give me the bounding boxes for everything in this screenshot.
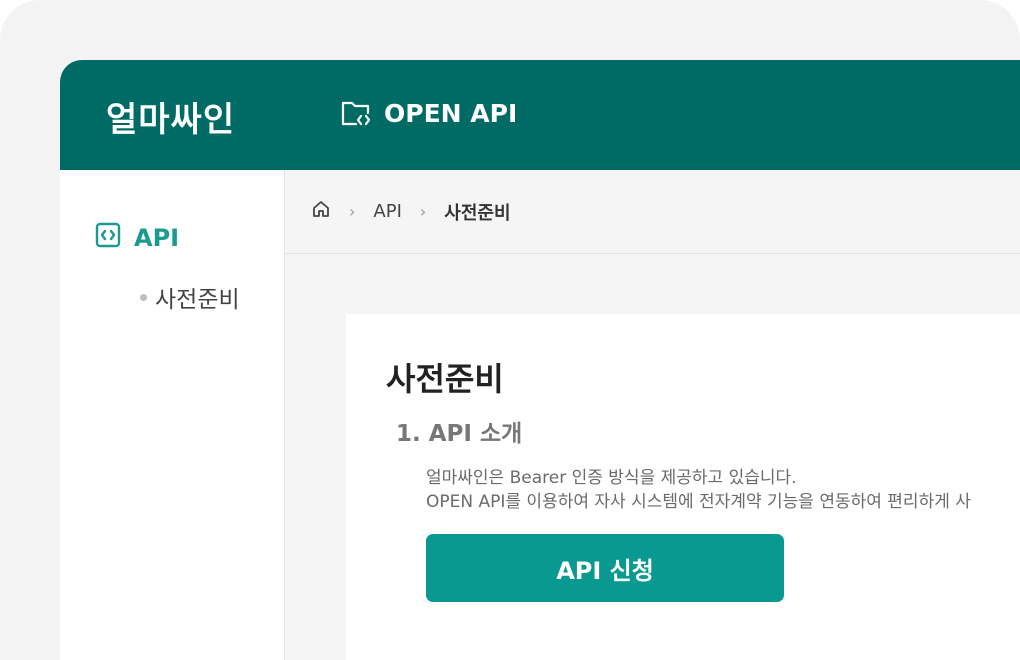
breadcrumb-item-api[interactable]: API <box>373 201 401 222</box>
page-title: 사전준비 <box>386 360 504 398</box>
brand-logo[interactable]: 얼마싸인 <box>106 92 235 141</box>
code-icon <box>94 221 122 255</box>
open-api-nav[interactable]: OPEN API <box>340 98 517 128</box>
sidebar: API 사전준비 <box>60 170 285 660</box>
open-api-label: OPEN API <box>384 98 518 128</box>
sidebar-item-prep[interactable]: 사전준비 <box>140 280 240 314</box>
description-line: OPEN API를 이용하여 자사 시스템에 전자계약 기능을 연동하여 편리하… <box>426 492 971 512</box>
sidebar-item-prep-label: 사전준비 <box>155 287 240 313</box>
breadcrumb-item-current: 사전준비 <box>444 202 511 224</box>
app-window: 얼마싸인 OPEN API API 사전준비 › API › 사전준비 사전준비… <box>60 60 1020 660</box>
top-header: 얼마싸인 OPEN API <box>60 60 1020 170</box>
api-apply-button[interactable]: API 신청 <box>426 534 784 602</box>
chevron-right-icon: › <box>349 202 356 221</box>
content-card: 사전준비 1. API 소개 얼마싸인은 Bearer 인증 방식을 제공하고 … <box>346 314 1020 660</box>
folder-code-icon <box>340 98 372 128</box>
content-area: › API › 사전준비 사전준비 1. API 소개 얼마싸인은 Bearer… <box>285 170 1020 660</box>
bullet-dot <box>140 293 147 301</box>
section-title: 1. API 소개 <box>396 421 523 447</box>
sidebar-item-api-label: API <box>134 224 180 252</box>
sidebar-item-api[interactable]: API <box>94 221 179 255</box>
description: 얼마싸인은 Bearer 인증 방식을 제공하고 있습니다. OPEN API를… <box>426 466 971 514</box>
chevron-right-icon: › <box>419 202 427 221</box>
home-icon[interactable] <box>311 199 331 224</box>
breadcrumb: › API › 사전준비 <box>285 170 1020 254</box>
description-line: 얼마싸인은 Bearer 인증 방식을 제공하고 있습니다. <box>426 468 797 488</box>
